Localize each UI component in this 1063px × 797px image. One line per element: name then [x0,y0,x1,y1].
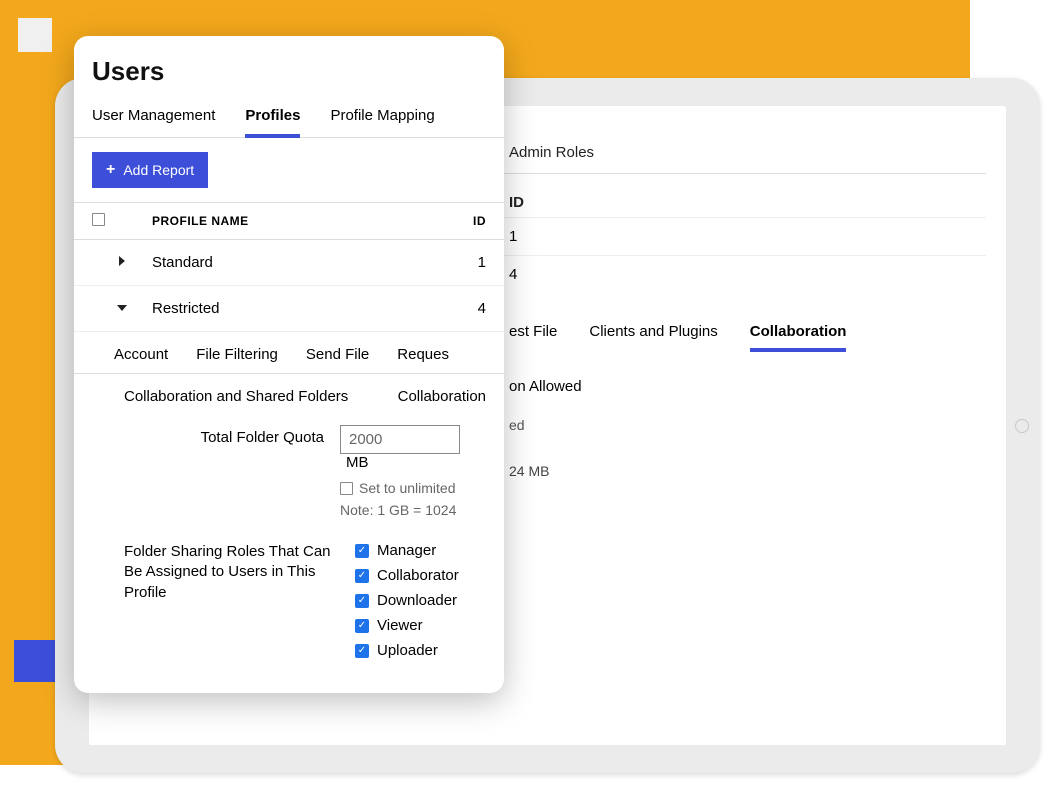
users-card: Users User Management Profiles Profile M… [74,36,504,693]
tab-profile-mapping[interactable]: Profile Mapping [330,101,434,137]
role-label: Uploader [377,642,438,659]
tab-profiles[interactable]: Profiles [245,101,300,138]
back-admin-roles-label: Admin Roles [509,144,986,161]
table-row[interactable]: Restricted 4 [74,286,504,332]
back-note-suffix: 24 MB [509,463,986,479]
chevron-right-icon[interactable] [92,255,152,270]
back-subtabs: est File Clients and Plugins Collaborati… [509,323,986,352]
page-title: Users [92,56,486,87]
role-item-collaborator: ✓ Collaborator [355,567,486,584]
back-tab-clients-plugins[interactable]: Clients and Plugins [589,323,717,352]
profile-id: 4 [446,300,486,317]
add-report-button[interactable]: + Add Report [92,152,208,188]
checkbox-checked-icon[interactable]: ✓ [355,644,369,658]
add-report-label: Add Report [123,162,194,178]
nav-tabs: User Management Profiles Profile Mapping [74,101,504,138]
tablet-home-button [1015,419,1029,433]
background-white-square [18,18,52,52]
role-label: Manager [377,542,436,559]
back-unlimited-suffix: ed [509,417,986,433]
role-item-downloader: ✓ Downloader [355,592,486,609]
back-tab-est-file[interactable]: est File [509,323,557,352]
profiles-table-header: PROFILE NAME ID [74,202,504,240]
unlimited-checkbox[interactable] [340,482,353,495]
quota-input[interactable] [340,425,460,454]
role-label: Viewer [377,617,423,634]
collaboration-section-header: Collaboration and Shared Folders Collabo… [74,374,504,425]
collab-label: Collaboration [398,388,486,405]
checkbox-checked-icon[interactable]: ✓ [355,544,369,558]
checkbox-checked-icon[interactable]: ✓ [355,569,369,583]
quota-row: Total Folder Quota MB Set to unlimited N… [74,425,504,528]
role-item-viewer: ✓ Viewer [355,617,486,634]
back-id-header: ID [509,194,986,211]
plus-icon: + [106,161,115,179]
chevron-down-icon[interactable] [92,301,152,316]
col-profile-name: PROFILE NAME [132,214,446,228]
subtab-account[interactable]: Account [114,346,168,363]
roles-label: Folder Sharing Roles That Can Be Assigne… [124,542,339,603]
back-collaboration-allowed: on Allowed [509,378,986,395]
checkbox-checked-icon[interactable]: ✓ [355,594,369,608]
table-row[interactable]: Standard 1 [74,240,504,286]
roles-row: Folder Sharing Roles That Can Be Assigne… [74,536,504,667]
subtab-request[interactable]: Reques [397,346,449,363]
role-label: Downloader [377,592,457,609]
back-id-values: 1 4 [509,217,986,293]
profile-id: 1 [446,254,486,271]
quota-note: Note: 1 GB = 1024 [340,502,486,518]
back-tab-collaboration[interactable]: Collaboration [750,323,847,352]
roles-list: ✓ Manager ✓ Collaborator ✓ Downloader ✓ … [355,542,486,667]
quota-label: Total Folder Quota [124,425,324,446]
tab-user-management[interactable]: User Management [92,101,215,137]
profile-name: Restricted [152,300,446,317]
collab-shared-label: Collaboration and Shared Folders [124,388,348,405]
subtab-send-file[interactable]: Send File [306,346,369,363]
subtab-file-filtering[interactable]: File Filtering [196,346,278,363]
profile-subtabs: Account File Filtering Send File Reques [74,332,504,374]
quota-unit: MB [346,454,369,471]
role-label: Collaborator [377,567,459,584]
select-all-checkbox[interactable] [92,213,132,229]
col-id: ID [446,214,486,228]
role-item-uploader: ✓ Uploader [355,642,486,659]
checkbox-checked-icon[interactable]: ✓ [355,619,369,633]
profile-name: Standard [152,254,446,271]
role-item-manager: ✓ Manager [355,542,486,559]
unlimited-label: Set to unlimited [359,480,456,496]
